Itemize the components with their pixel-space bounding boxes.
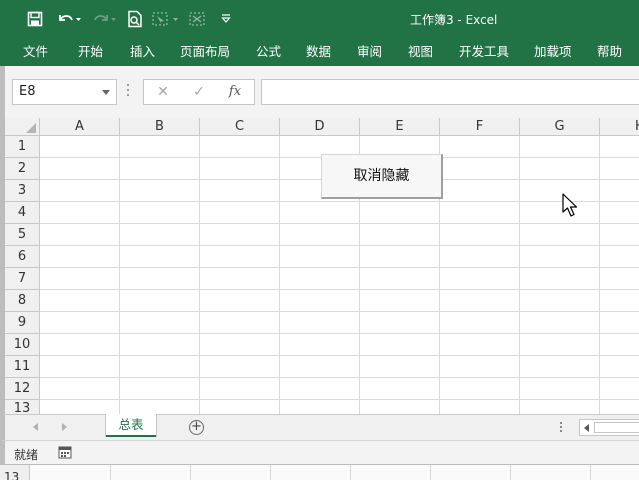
scrollbar-thumb[interactable]: [594, 422, 639, 433]
tab-data[interactable]: 数据: [306, 38, 331, 66]
formula-input[interactable]: [261, 79, 639, 105]
gridline: [279, 136, 280, 414]
gridline: [40, 333, 639, 334]
insert-function-icon[interactable]: fx: [224, 83, 246, 101]
row-header-3[interactable]: 3: [5, 180, 40, 202]
scroll-tabs-right-icon[interactable]: [62, 423, 67, 431]
tab-home[interactable]: 开始: [78, 38, 103, 66]
chevron-down-icon[interactable]: [102, 90, 110, 95]
drag-handle-icon[interactable]: [127, 84, 130, 98]
gridline: [40, 399, 639, 400]
scroll-tabs-left-icon[interactable]: [33, 423, 38, 431]
gridline: [270, 465, 271, 480]
tab-file[interactable]: 文件: [23, 38, 48, 66]
gridline: [590, 465, 591, 480]
gridline: [430, 465, 431, 480]
row-header-13[interactable]: 13: [5, 400, 40, 414]
select-objects-icon[interactable]: [150, 9, 182, 29]
mouse-pointer-icon: [562, 193, 578, 217]
enter-icon[interactable]: ✓: [188, 83, 210, 101]
background-sheet: 13: [0, 464, 639, 480]
status-bar: 就绪: [0, 440, 639, 464]
gridline: [110, 465, 111, 480]
gridline: [119, 136, 120, 414]
row-header-1[interactable]: 1: [5, 136, 40, 158]
horizontal-scrollbar[interactable]: [579, 419, 639, 436]
formula-buttons: ✕ ✓ fx: [143, 79, 255, 105]
gridline: [40, 223, 639, 224]
save-icon[interactable]: [26, 9, 44, 29]
tab-view[interactable]: 视图: [408, 38, 433, 66]
split-handle-icon[interactable]: [560, 422, 562, 434]
gridline: [40, 267, 639, 268]
column-header-h[interactable]: H: [600, 118, 639, 136]
tab-formulas[interactable]: 公式: [256, 38, 281, 66]
title-bar: 工作簿3 - Excel: [0, 0, 639, 38]
gridline: [40, 289, 639, 290]
worksheet-grid[interactable]: A B C D E F G H 1 2 3 4 5 6 7 8 9 10 11 …: [0, 118, 639, 414]
excel-window: 工作簿3 - Excel 文件 开始 插入 页面布局 公式 数据 审阅 视图 开…: [0, 0, 639, 480]
name-box[interactable]: E8: [12, 79, 117, 105]
row-header-8[interactable]: 8: [5, 290, 40, 312]
row-header-11[interactable]: 11: [5, 356, 40, 378]
redo-icon[interactable]: [90, 9, 118, 29]
gridline: [40, 201, 639, 202]
gridline: [190, 465, 191, 480]
scroll-left-icon[interactable]: [584, 424, 589, 432]
tab-developer[interactable]: 开发工具: [459, 38, 509, 66]
column-header-d[interactable]: D: [280, 118, 360, 136]
unhide-button[interactable]: 取消隐藏: [321, 154, 443, 199]
row-header-9[interactable]: 9: [5, 312, 40, 334]
background-row-header: 13: [0, 465, 30, 480]
gridline: [40, 311, 639, 312]
sheet-tab-summary[interactable]: 总表: [106, 414, 156, 437]
name-box-value: E8: [19, 84, 36, 99]
row-header-12[interactable]: 12: [5, 378, 40, 400]
tab-page-layout[interactable]: 页面布局: [180, 38, 230, 66]
gridline: [40, 245, 639, 246]
gridline: [40, 377, 639, 378]
tab-insert[interactable]: 插入: [130, 38, 155, 66]
column-header-b[interactable]: B: [120, 118, 200, 136]
customize-qat-icon[interactable]: [218, 9, 234, 29]
window-title: 工作簿3 - Excel: [410, 13, 498, 27]
tab-add-ins[interactable]: 加载项: [534, 38, 572, 66]
status-ready: 就绪: [14, 448, 39, 462]
cancel-icon[interactable]: ✕: [152, 83, 174, 101]
gridline: [510, 465, 511, 480]
column-header-e[interactable]: E: [360, 118, 440, 136]
row-header-4[interactable]: 4: [5, 202, 40, 224]
ribbon-tabs: 文件 开始 插入 页面布局 公式 数据 审阅 视图 开发工具 加载项 帮助: [0, 38, 639, 66]
row-header-7[interactable]: 7: [5, 268, 40, 290]
row-header-2[interactable]: 2: [5, 158, 40, 180]
add-sheet-icon[interactable]: +: [189, 420, 204, 435]
column-header-g[interactable]: G: [520, 118, 600, 136]
print-preview-icon[interactable]: [126, 9, 144, 29]
column-header-c[interactable]: C: [200, 118, 280, 136]
row-header-5[interactable]: 5: [5, 224, 40, 246]
sheet-tab-bar: 总表 +: [0, 414, 639, 440]
formula-bar: E8 ✕ ✓ fx: [0, 66, 639, 118]
gridline: [40, 355, 639, 356]
macro-recording-icon[interactable]: [58, 446, 72, 459]
gridline: [519, 136, 520, 414]
undo-icon[interactable]: [55, 9, 83, 29]
select-all-button[interactable]: [5, 118, 40, 136]
gridline: [350, 465, 351, 480]
tab-review[interactable]: 审阅: [357, 38, 382, 66]
selection-pane-icon[interactable]: [186, 9, 208, 29]
gridline: [599, 136, 600, 414]
column-header-f[interactable]: F: [440, 118, 520, 136]
column-header-a[interactable]: A: [40, 118, 120, 136]
row-header-10[interactable]: 10: [5, 334, 40, 356]
gridline: [199, 136, 200, 414]
tab-help[interactable]: 帮助: [597, 38, 622, 66]
row-header-6[interactable]: 6: [5, 246, 40, 268]
